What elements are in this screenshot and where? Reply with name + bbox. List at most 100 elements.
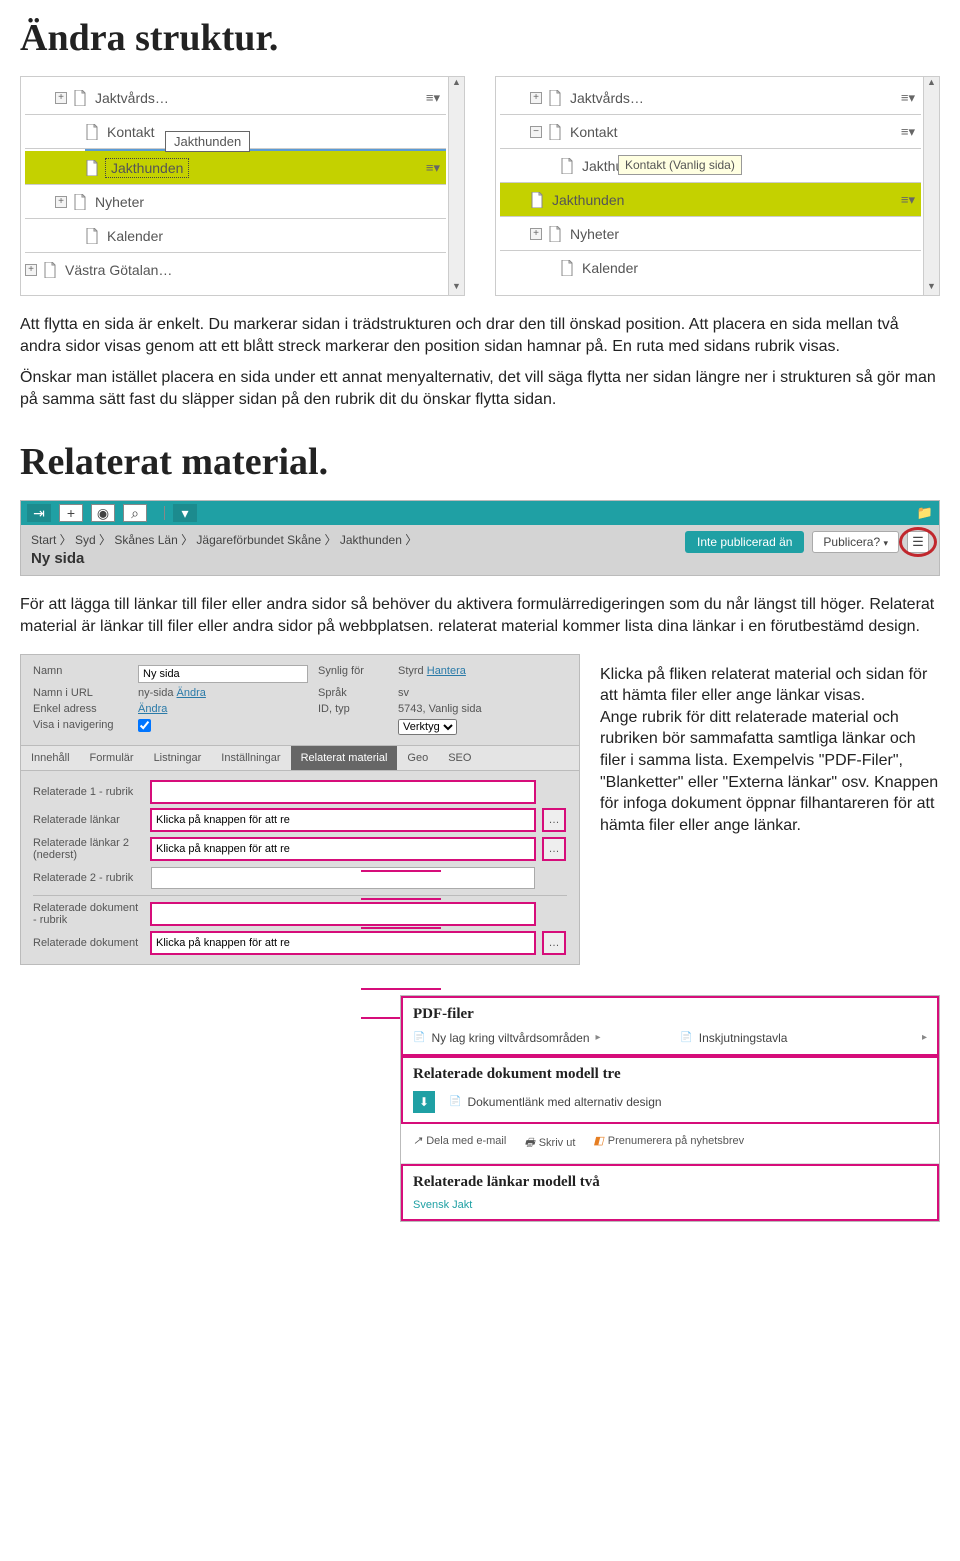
scrollbar[interactable]: ▲▼ [448,77,464,295]
preview-file-link[interactable]: 📄Ny lag kring viltvårdsområden▸ [413,1031,601,1045]
page-icon [530,192,544,208]
tree-item[interactable]: + Jaktvårds… ≡▾ [500,81,921,115]
browse-button[interactable]: … [543,838,565,860]
name-field[interactable] [138,665,308,683]
print-icon: 🖶 [524,1137,534,1149]
manage-link[interactable]: Hantera [427,665,466,677]
subscribe-link[interactable]: ◧Prenumerera på nyhetsbrev [593,1134,744,1153]
toggle-tree-button[interactable]: ⇥ [27,504,51,522]
label-related-links2: Relaterade länkar 2 (nederst) [33,837,143,861]
collapse-icon[interactable]: − [530,126,542,138]
page-icon [85,228,99,244]
label-related-docs-heading: Relaterade dokument - rubrik [33,902,143,926]
tree-item[interactable]: + Nyheter [500,217,921,251]
menu-icon[interactable]: ≡▾ [901,192,915,208]
browse-button[interactable]: … [543,809,565,831]
expand-icon[interactable]: + [55,196,67,208]
editor-toolbar-screenshot: ⇥ + ◉ ⌕ ▾ 📁 Start 〉 Syd 〉 Skånes Län 〉 J… [20,500,940,576]
label-id-type: ID, typ [318,703,388,715]
tree-label: Nyheter [570,226,619,242]
tree-label: Jaktvårds… [95,90,169,106]
lower-row: Namn Synlig för Styrd Hantera Namn i URL… [20,654,940,965]
preview-links-section: Relaterade länkar modell två Svensk Jakt [401,1164,939,1221]
heading-change-structure: Ändra struktur. [20,16,940,60]
expand-icon[interactable]: + [530,92,542,104]
page-icon [73,194,87,210]
tree-item[interactable]: Jakthu Kontakt (Vanlig sida) [500,149,921,183]
menu-icon[interactable]: ≡▾ [426,160,440,176]
pdf-icon: 📄 [413,1032,425,1043]
page-icon [85,124,99,140]
share-email-link[interactable]: ↗Dela med e-mail [413,1134,506,1153]
page-icon [560,260,574,276]
expand-icon[interactable]: + [530,228,542,240]
label-language: Språk [318,687,388,699]
tree-item[interactable]: Kalender [500,251,921,285]
page-icon [43,262,57,278]
show-nav-checkbox[interactable] [138,719,151,732]
tree-item-selected[interactable]: Jakthunden ≡▾ Jakthunden [25,151,446,185]
heading-related-material: Relaterat material. [20,440,940,484]
preview-button[interactable]: ◉ [91,504,115,522]
tree-item[interactable]: + Nyheter [25,185,446,219]
related-links2-input[interactable] [151,838,535,860]
tree-label: Jakthunden [107,160,187,176]
related1-heading-input[interactable] [151,781,535,803]
related-docs-input[interactable] [151,932,535,954]
print-link[interactable]: 🖶Skriv ut [524,1134,575,1153]
tree-item[interactable]: − Kontakt ≡▾ [500,115,921,149]
annotation-line [361,988,441,990]
related2-heading-input[interactable] [151,867,535,889]
tab-settings[interactable]: Inställningar [211,746,290,770]
tab-listings[interactable]: Listningar [144,746,212,770]
label-related2-heading: Relaterade 2 - rubrik [33,872,143,884]
preview-page-link[interactable]: Svensk Jakt [413,1199,927,1211]
related-docs-heading-input[interactable] [151,903,535,925]
label-visible-for: Synlig för [318,665,388,683]
scrollbar[interactable]: ▲▼ [923,77,939,295]
browse-button[interactable]: … [543,932,565,954]
hover-tooltip: Kontakt (Vanlig sida) [618,155,742,175]
edit-link[interactable]: Ändra [138,703,308,715]
tree-item-selected[interactable]: Jakthunden ≡▾ [500,183,921,217]
edit-link[interactable]: Ändra [177,687,206,699]
tree-item[interactable]: + Jaktvårds… ≡▾ [25,81,446,115]
search-button[interactable]: ⌕ [123,504,147,522]
label-related-docs: Relaterade dokument [33,937,143,949]
preview-file-link[interactable]: ⬇ 📄 Dokumentlänk med alternativ design [413,1091,927,1113]
preview-docs-section: Relaterade dokument modell tre ⬇ 📄 Dokum… [401,1056,939,1124]
side-instructions: Klicka på fliken relaterat material och … [600,654,940,965]
publish-button[interactable]: Publicera? ▾ [812,531,899,553]
menu-icon[interactable]: ≡▾ [901,124,915,140]
related-links-input[interactable] [151,809,535,831]
preview-section-title: PDF-filer [413,1006,927,1023]
tab-content[interactable]: Innehåll [21,746,80,770]
tree-panels-row: ▲▼ + Jaktvårds… ≡▾ Kontakt Jakthunden ≡▾… [20,76,940,296]
tab-forms[interactable]: Formulär [80,746,144,770]
tree-item[interactable]: + Västra Götalan… [25,253,446,287]
page-icon [548,90,562,106]
drag-preview-label: Jakthunden [165,131,250,152]
tab-related-material[interactable]: Relaterat material [291,746,398,770]
expand-icon[interactable]: + [55,92,67,104]
id-type-value: 5743, Vanlig sida [398,703,567,715]
preview-footer-actions: ↗Dela med e-mail 🖶Skriv ut ◧Prenumerera … [401,1124,939,1164]
expand-icon[interactable]: + [25,264,37,276]
tab-seo[interactable]: SEO [438,746,481,770]
paragraph-move-page: Att flytta en sida är enkelt. Du markera… [20,314,940,357]
tab-geo[interactable]: Geo [397,746,438,770]
breadcrumb-path[interactable]: Start 〉 Syd 〉 Skånes Län 〉 Jägareförbund… [31,531,685,548]
menu-icon[interactable]: ≡▾ [901,90,915,106]
add-page-button[interactable]: + [59,504,83,522]
dropdown-button[interactable]: ▾ [173,504,197,522]
preview-file-link[interactable]: 📄Inskjutningstavla▸ [680,1031,927,1045]
tree-label: Jaktvårds… [570,90,644,106]
tree-label: Jakthunden [552,192,624,208]
tree-item[interactable]: Kalender [25,219,446,253]
preview-section-title: Relaterade dokument modell tre [413,1066,927,1083]
tools-dropdown[interactable]: Verktyg [398,719,457,735]
download-icon[interactable]: ⬇ [413,1091,435,1113]
tree-label: Kalender [107,228,163,244]
menu-icon[interactable]: ≡▾ [426,90,440,106]
folder-icon[interactable]: 📁 [917,505,933,521]
